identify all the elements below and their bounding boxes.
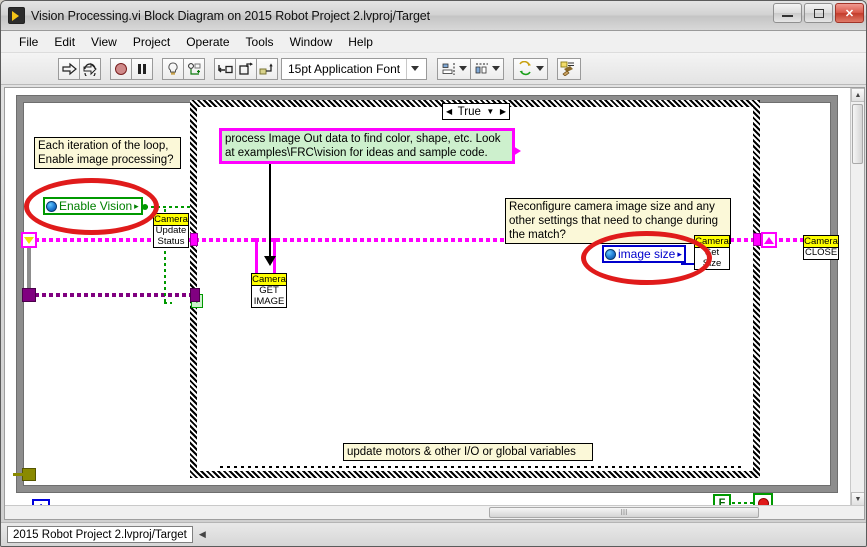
font-selector-value: 15pt Application Font xyxy=(288,62,400,76)
toolbar-reorder-group xyxy=(513,58,547,80)
camera-get-image-line1: GET xyxy=(252,286,286,297)
camera-update-status-vi[interactable]: Camera Update Status xyxy=(153,213,189,248)
chevron-down-icon[interactable] xyxy=(536,66,544,71)
vertical-scroll-thumb[interactable] xyxy=(852,104,863,164)
labview-vi-icon xyxy=(8,7,25,24)
toolbar-abort-group xyxy=(110,58,152,80)
camera-get-image-vi[interactable]: Camera GET IMAGE xyxy=(251,273,287,308)
menu-item-file[interactable]: File xyxy=(11,33,46,51)
comment-enable-loop[interactable]: Each iteration of the loop, Enable image… xyxy=(34,137,181,169)
loop-tunnel-right-image[interactable] xyxy=(761,232,777,248)
scroll-down-arrow[interactable]: ▼ xyxy=(851,492,865,506)
reorder-button[interactable] xyxy=(513,58,548,80)
close-button[interactable]: ✕ xyxy=(835,3,864,23)
step-over-button[interactable] xyxy=(235,58,257,80)
camera-get-image-line2: IMAGE xyxy=(252,297,286,308)
menu-item-window[interactable]: Window xyxy=(282,33,341,51)
labview-block-diagram-window: Vision Processing.vi Block Diagram on 20… xyxy=(0,0,867,547)
wire-camera-ref-bus[interactable] xyxy=(35,293,190,297)
status-bar: 2015 Robot Project 2.lvproj/Target ◀ xyxy=(1,522,867,546)
distribute-objects-button[interactable] xyxy=(470,58,504,80)
comment-process-image[interactable]: process Image Out data to find color, sh… xyxy=(219,128,515,164)
toolbar-run-group xyxy=(58,58,100,80)
toolbar-arrange-group xyxy=(437,58,503,80)
menu-item-help[interactable]: Help xyxy=(340,33,381,51)
case-next-arrow[interactable]: ▶ xyxy=(500,107,506,116)
wire-update-motors-dashed xyxy=(220,466,745,468)
camera-update-status-line1: Update xyxy=(154,226,188,237)
annotation-ellipse-enable-vision xyxy=(24,178,159,235)
annotation-ellipse-image-size xyxy=(581,231,712,285)
title-bar: Vision Processing.vi Block Diagram on 20… xyxy=(1,1,867,31)
run-button[interactable] xyxy=(58,58,80,80)
comment-process-image-pointer xyxy=(513,146,521,156)
toolbar-cleanup-group xyxy=(557,58,580,80)
wire-update-status-enable[interactable] xyxy=(164,302,172,304)
menu-item-tools[interactable]: Tools xyxy=(238,33,282,51)
chevron-down-icon[interactable] xyxy=(459,66,467,71)
case-prev-arrow[interactable]: ◀ xyxy=(446,107,452,116)
loop-tunnel-left-camera-ref[interactable] xyxy=(22,288,36,302)
font-selector[interactable]: 15pt Application Font xyxy=(281,58,427,80)
camera-close-line1: CLOSE xyxy=(804,248,838,259)
case-selector[interactable]: ◀ True ▼ ▶ xyxy=(442,103,510,120)
menu-item-view[interactable]: View xyxy=(83,33,125,51)
horizontal-scrollbar[interactable]: III xyxy=(5,505,865,519)
status-target-field[interactable]: 2015 Robot Project 2.lvproj/Target xyxy=(7,526,193,543)
chevron-down-icon[interactable] xyxy=(406,59,422,79)
maximize-button[interactable] xyxy=(804,3,833,23)
comment-update-motors[interactable]: update motors & other I/O or global vari… xyxy=(343,443,593,461)
case-tunnel-camera-ref[interactable] xyxy=(190,288,200,302)
case-tunnel-left-image[interactable] xyxy=(190,233,198,246)
minimize-button[interactable] xyxy=(773,3,802,23)
case-tunnel-right-image[interactable] xyxy=(753,233,761,246)
chevron-down-icon[interactable] xyxy=(492,66,500,71)
step-out-button[interactable] xyxy=(256,58,278,80)
block-diagram-canvas[interactable]: ◀ True ▼ ▶ ? Each iteration of the loop,… xyxy=(4,87,865,520)
wire-loop-condition[interactable] xyxy=(732,502,754,504)
diagram-surface[interactable]: ◀ True ▼ ▶ ? Each iteration of the loop,… xyxy=(5,88,865,520)
toolbar: 15pt Application Font xyxy=(1,53,867,85)
highlight-execution-button[interactable] xyxy=(162,58,184,80)
clean-up-diagram-button[interactable] xyxy=(557,58,581,80)
menu-item-operate[interactable]: Operate xyxy=(178,33,237,51)
retain-wire-values-button[interactable] xyxy=(183,58,205,80)
camera-update-status-line2: Status xyxy=(154,237,188,248)
window-title: Vision Processing.vi Block Diagram on 20… xyxy=(31,9,430,23)
window-controls: ✕ xyxy=(773,3,864,23)
wire-bottom-left-stub xyxy=(13,473,25,476)
toolbar-debug-group xyxy=(162,58,204,80)
case-selector-value: True xyxy=(458,106,481,118)
menu-item-edit[interactable]: Edit xyxy=(46,33,83,51)
camera-close-vi[interactable]: Camera CLOSE xyxy=(803,235,839,260)
scroll-up-arrow[interactable]: ▲ xyxy=(851,88,865,102)
run-continuously-button[interactable] xyxy=(79,58,101,80)
status-target-label: 2015 Robot Project 2.lvproj/Target xyxy=(13,529,187,541)
abort-execution-button[interactable] xyxy=(110,58,132,80)
menu-item-project[interactable]: Project xyxy=(125,33,178,51)
step-into-button[interactable] xyxy=(214,58,236,80)
toolbar-step-group xyxy=(214,58,277,80)
case-dropdown-arrow[interactable]: ▼ xyxy=(486,107,494,116)
pause-button[interactable] xyxy=(131,58,153,80)
menu-bar: File Edit View Project Operate Tools Win… xyxy=(1,31,867,53)
horizontal-scroll-thumb[interactable]: III xyxy=(489,507,759,518)
diagram-contents: ◀ True ▼ ▶ ? Each iteration of the loop,… xyxy=(5,88,850,506)
align-objects-button[interactable] xyxy=(437,58,471,80)
status-collapse-arrow[interactable]: ◀ xyxy=(199,529,206,540)
vertical-scrollbar[interactable]: ▲ ▼ xyxy=(850,88,864,506)
loop-tunnel-left-image[interactable] xyxy=(21,232,37,248)
